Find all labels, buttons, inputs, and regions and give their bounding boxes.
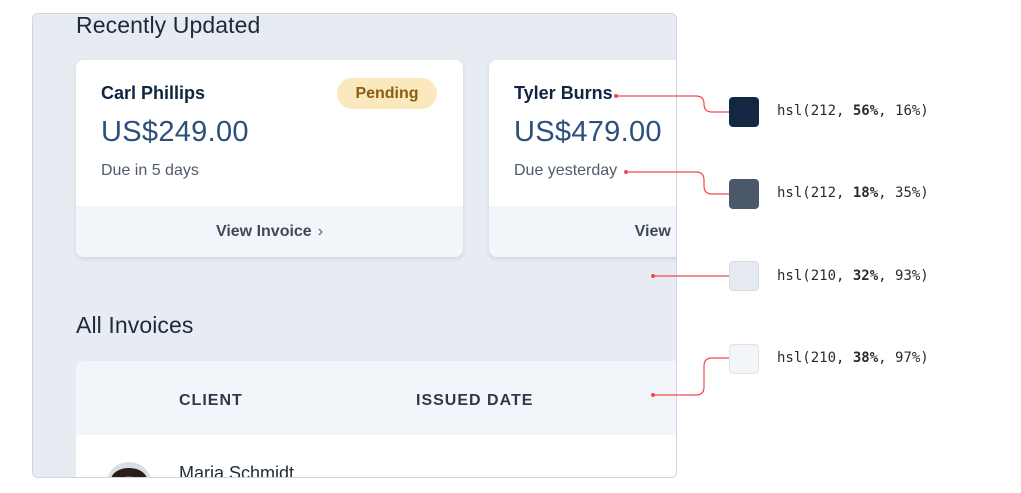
client-name: Tyler Burns: [514, 83, 613, 103]
invoice-card-carl-phillips[interactable]: Carl Phillips Pending US$249.00 Due in 5…: [76, 60, 463, 257]
avatar: [106, 462, 152, 477]
chevron-right-icon: ›: [317, 223, 324, 240]
view-invoice-button[interactable]: View Invoice: [489, 206, 676, 257]
color-swatch-4: [729, 344, 759, 374]
color-label-2: hsl(212, 18%, 35%): [777, 185, 929, 201]
due-text: Due in 5 days: [101, 162, 199, 179]
color-label-1: hsl(212, 56%, 16%): [777, 103, 929, 119]
invoice-card-tyler-burns[interactable]: Tyler Burns US$479.00 Due yesterday View…: [489, 60, 676, 257]
status-badge: Pending: [337, 78, 437, 109]
color-swatch-3: [729, 261, 759, 291]
invoices-table: CLIENT ISSUED DATE Maria Schmidt: [76, 361, 676, 477]
view-invoice-button[interactable]: View Invoice ›: [76, 206, 463, 257]
table-header: CLIENT ISSUED DATE: [76, 361, 676, 435]
invoice-amount: US$249.00: [101, 116, 249, 148]
column-header-client[interactable]: CLIENT: [179, 392, 243, 410]
client-name: Carl Phillips: [101, 83, 206, 103]
all-invoices-title: All Invoices: [76, 312, 194, 338]
view-invoice-label: View Invoice: [634, 223, 676, 240]
color-swatch-2: [729, 179, 759, 209]
color-label-4: hsl(210, 38%, 97%): [777, 350, 929, 366]
recently-updated-title: Recently Updated: [76, 13, 261, 38]
color-label-3: hsl(210, 32%, 93%): [777, 268, 929, 284]
app-frame: Recently Updated Carl Phillips Pending U…: [32, 13, 677, 478]
column-header-issued-date[interactable]: ISSUED DATE: [416, 392, 533, 410]
view-invoice-label: View Invoice: [215, 223, 312, 240]
table-row-client-name[interactable]: Maria Schmidt: [179, 463, 294, 477]
invoice-amount: US$479.00: [514, 116, 662, 148]
color-swatch-1: [729, 97, 759, 127]
due-text: Due yesterday: [514, 162, 618, 179]
